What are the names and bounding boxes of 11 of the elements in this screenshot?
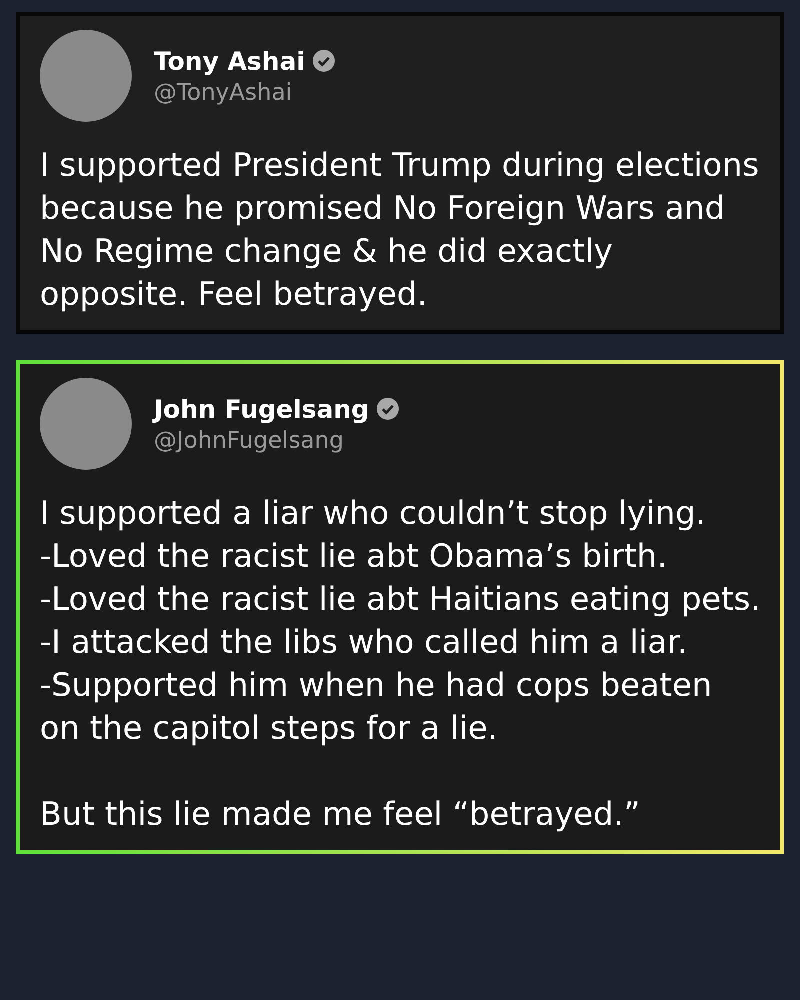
post-text: -Supported him when he had cops beaten on the capitol steps for a lie. [40,665,714,749]
post-text: I supported President Trump during elections because he promised No Foreign Wars and No Regime change & he did exactly opposite. Feel betrayed. [40,145,760,315]
post-text: -Loved the racist lie abt Haitians eating pets. [40,579,762,620]
author-handle[interactable]: @JohnFugelsang [154,428,400,454]
post-text: I supported a liar who couldn’t stop lying. [40,493,707,534]
post-text: -I attacked the libs who called him a liar. [40,622,689,663]
author-name[interactable]: Tony Ashai [154,46,306,76]
post-text: -Loved the racist lie abt Obama’s birth. [40,536,668,577]
author-handle[interactable]: @TonyAshai [154,80,336,106]
author-name[interactable]: John Fugelsang [154,394,370,424]
post-text: But this lie made me feel “betrayed.” [40,794,642,835]
